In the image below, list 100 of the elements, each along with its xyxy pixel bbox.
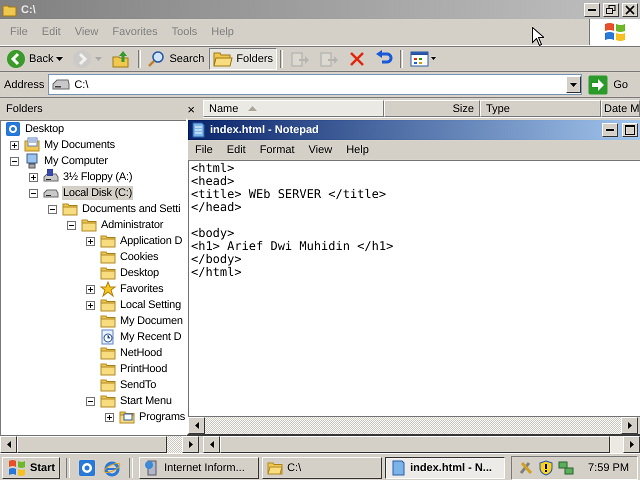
horizontal-scrollbar[interactable] — [0, 436, 199, 453]
back-button[interactable]: Back — [2, 48, 68, 70]
text-line: <h1> Arief Dwi Muhidin </h1> — [191, 240, 394, 253]
move-to-icon — [290, 50, 310, 68]
tree-item[interactable]: Start Menu — [119, 394, 173, 408]
folder-icon — [100, 313, 116, 329]
tree-item[interactable]: Desktop — [24, 122, 65, 136]
folder-icon — [100, 393, 116, 409]
close-icon — [625, 4, 635, 14]
folder-icon — [62, 201, 78, 217]
tree-item[interactable]: Cookies — [119, 250, 160, 264]
folder-icon — [100, 233, 116, 249]
scroll-left-icon — [194, 422, 198, 429]
folder-icon — [100, 249, 116, 265]
restore-button[interactable] — [603, 2, 619, 16]
tree-item[interactable]: Local Disk (C:) — [62, 186, 134, 200]
folder-icon — [100, 345, 116, 361]
shield-icon[interactable] — [538, 460, 554, 476]
scroll-right-icon — [188, 441, 192, 448]
flag-icon — [7, 458, 27, 476]
menu-item[interactable]: Edit — [220, 144, 253, 156]
folder-icon — [81, 217, 97, 233]
expand-button[interactable] — [86, 284, 95, 294]
dropdown-button[interactable] — [566, 76, 582, 93]
close-button[interactable]: × — [187, 102, 195, 116]
collapse-button[interactable] — [67, 220, 76, 230]
tree-item[interactable]: Administrator — [100, 218, 164, 232]
tree-item[interactable]: My Documents — [43, 138, 116, 152]
column-header[interactable]: Name — [203, 100, 384, 117]
menu-item[interactable]: View — [302, 144, 340, 156]
tree-item[interactable]: My Documen — [119, 314, 184, 328]
tree-item[interactable]: 3½ Floppy (A:) — [62, 170, 134, 184]
tree-item[interactable]: Favorites — [119, 282, 164, 296]
caret-icon — [570, 82, 578, 86]
window-title: C:\ — [21, 4, 36, 16]
caret-icon — [56, 57, 64, 61]
tree-item[interactable]: My Recent D — [119, 330, 182, 344]
expand-button[interactable] — [10, 140, 19, 150]
minimize-button[interactable] — [584, 2, 600, 16]
pane-title: Folders — [6, 103, 43, 115]
clock-document-icon — [100, 329, 116, 345]
flag-icon — [602, 21, 628, 43]
network-icon[interactable] — [558, 460, 574, 476]
text-line: <head> — [191, 175, 236, 188]
column-header[interactable]: Size — [384, 100, 480, 117]
expand-button[interactable] — [86, 300, 95, 310]
scrollbar-track[interactable] — [167, 436, 182, 453]
menu-item[interactable]: Format — [252, 144, 302, 156]
tree-item[interactable]: SendTo — [119, 378, 158, 392]
program-folder-icon — [119, 409, 135, 425]
text-line: <html> — [191, 162, 236, 175]
delete-icon — [348, 50, 366, 68]
sort-arrow-icon — [248, 106, 258, 111]
minimize-icon — [606, 129, 614, 131]
menu-item[interactable]: File — [188, 144, 220, 156]
text-line: </html> — [191, 266, 243, 279]
collapse-button[interactable] — [48, 204, 57, 214]
folder-icon — [100, 361, 116, 377]
menu-item[interactable]: Help — [339, 144, 376, 156]
desktop-icon — [78, 458, 96, 476]
close-button[interactable] — [622, 2, 638, 16]
expand-button[interactable] — [86, 236, 95, 246]
tree-item[interactable]: PrintHood — [119, 362, 168, 376]
expand-button[interactable] — [29, 172, 38, 182]
collapse-button[interactable] — [29, 188, 38, 198]
expand-button[interactable] — [105, 412, 114, 422]
address-field[interactable]: C:\ — [48, 74, 582, 95]
clock: 7:59 PM — [588, 462, 629, 474]
start-button[interactable]: Start — [2, 456, 60, 478]
documents-folder-icon — [24, 137, 40, 153]
tree-item[interactable]: Documents and Setti — [81, 202, 182, 216]
browser-button[interactable] — [101, 458, 124, 476]
taskbar-button[interactable]: C:\ — [262, 456, 382, 478]
window-title: index.html - Notepad — [210, 124, 319, 136]
taskbar-button[interactable]: Internet Inform... — [139, 456, 260, 478]
views-icon — [410, 50, 438, 68]
tree-item[interactable]: Programs — [138, 410, 186, 424]
collapse-button[interactable] — [10, 156, 19, 166]
scroll-right-icon — [630, 441, 634, 448]
tree-item[interactable]: Application D — [119, 234, 184, 248]
tree-item[interactable]: Desktop — [119, 266, 160, 280]
scroll-right-icon — [628, 422, 632, 429]
tree-item[interactable]: NetHood — [119, 346, 164, 360]
folder-up-icon — [111, 49, 132, 69]
search-icon — [148, 50, 166, 68]
notepad-icon — [390, 460, 406, 476]
collapse-button[interactable] — [86, 396, 95, 406]
text-editor[interactable]: <html> <head> <title> WEb SERVER </title> </head> <body> <h1> Arief Dwi Muhidin </h1> </body> </html> — [188, 160, 640, 417]
column-header[interactable]: Date M — [601, 100, 640, 117]
column-header[interactable]: Type — [480, 100, 601, 117]
taskbar-button[interactable]: index.html - N... — [385, 456, 506, 478]
tree-item[interactable]: Local Setting — [119, 298, 182, 312]
search-button[interactable]: Search — [144, 48, 208, 70]
maximize-button[interactable] — [622, 123, 638, 137]
text-line: </body> — [191, 253, 243, 266]
scrollbar-thumb[interactable] — [17, 436, 167, 453]
go-button[interactable]: Go — [586, 74, 638, 94]
minimize-button[interactable] — [602, 123, 618, 137]
folders-button[interactable]: Folders — [209, 48, 278, 70]
tree-item[interactable]: My Computer — [43, 154, 109, 168]
